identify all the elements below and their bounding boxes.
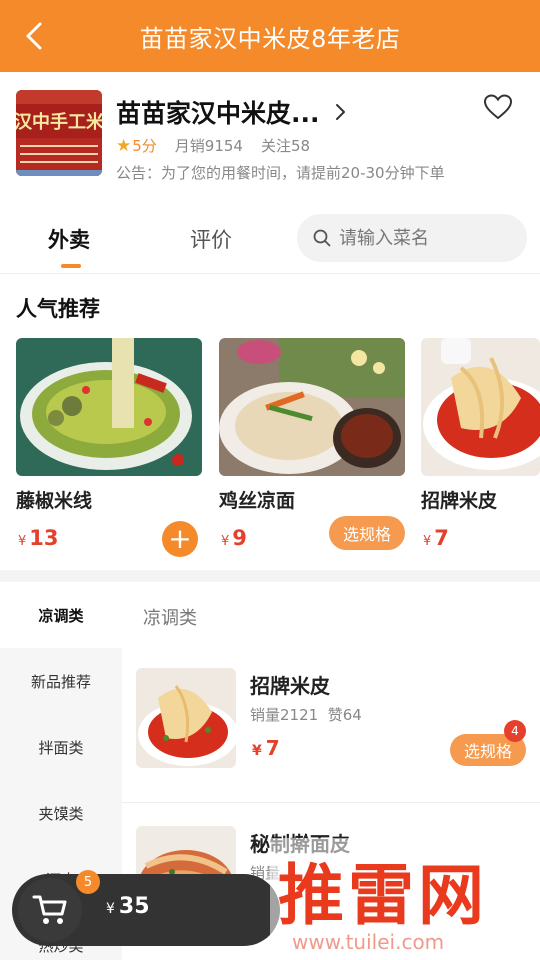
search-icon [313,229,331,247]
choose-spec-button[interactable]: 选规格 [329,516,405,550]
dish-divider [122,802,540,803]
favorite-button[interactable] [483,94,513,124]
watermark-url: www.tuilei.com [292,930,445,954]
popular-item[interactable]: 鸡丝凉面 ¥9 选规格 [219,338,405,550]
category-item[interactable]: 拌面类 [0,714,122,780]
category-heading: 凉调类 [143,608,197,629]
dish-photo [421,338,540,476]
popular-section: 人气推荐 藤椒米线 ¥13 + 鸡丝凉面 ¥ 9 选规格 招牌米皮 ¥ 7 [0,275,540,570]
dish-sales: 销量2121 [250,706,319,724]
add-to-cart-button[interactable]: + [162,521,198,557]
popular-item-price: ¥7 [423,526,449,550]
popular-item[interactable]: 招牌米皮 ¥7 [421,338,540,550]
category-item[interactable]: 凉调类 [0,582,122,648]
watermark-logo: 推雷网 [278,857,488,934]
shop-monthly-sales: 月销9154 [174,137,243,155]
popular-item-name: 招牌米皮 [421,490,498,512]
cart-total: ¥35 [106,894,150,919]
dish-price: ¥7 [252,736,280,760]
popular-item-name: 藤椒米线 [16,490,93,512]
dish-meta: 销量2121 赞64 [250,704,362,725]
category-item[interactable]: 夹馍类 [0,780,122,846]
shop-rating: 5分 [132,137,157,155]
heart-icon [483,94,513,120]
shop-notice: 公告：为了您的用餐时间，请提前20-30分钟下单 [116,164,445,182]
popular-item-price: ¥13 [18,526,59,550]
category-item[interactable]: 新品推荐 [0,648,122,714]
star-icon: ★ [116,135,132,156]
shop-info: 汉中手工米皮 苗苗家汉中米皮... ★ 5分 月销9154 关注58 公告：为了… [0,72,540,200]
popular-title: 人气推荐 [16,297,100,321]
cart-badge: 5 [76,870,100,894]
cart-bar[interactable]: 5 ¥35 [12,870,280,946]
tab-bar: 外卖 评价 [0,200,540,274]
dish-name: 招牌米皮 [250,674,330,698]
watermark: 推雷网 www.tuilei.com [270,838,540,960]
tab-active-indicator [61,264,81,268]
cart-button[interactable] [18,878,82,942]
dish-item[interactable]: 招牌米皮 销量2121 赞64 ¥7 选规格 4 [122,668,540,798]
section-divider [0,570,540,582]
dish-photo [136,668,236,768]
page-title: 苗苗家汉中米皮8年老店 [139,24,401,53]
dish-likes: 赞64 [327,706,362,724]
dish-photo [219,338,405,476]
search-input[interactable] [339,227,509,249]
search-box[interactable] [297,214,527,262]
chevron-right-icon [335,104,345,120]
app-screen: 苗苗家汉中米皮8年老店 汉中手工米皮 苗苗家汉中米皮... ★ 5分 [0,0,540,960]
popular-item-name: 鸡丝凉面 [219,490,296,512]
popular-item-price: ¥9 [221,526,247,550]
back-button[interactable] [14,16,54,56]
header-bar: 苗苗家汉中米皮8年老店 [0,0,540,72]
popular-item[interactable]: 藤椒米线 ¥13 + [16,338,202,557]
tab-reviews[interactable]: 评价 [190,224,232,254]
chevron-left-icon [26,22,42,50]
shopping-cart-icon [32,895,67,924]
dish-photo [16,338,202,476]
shop-name-row[interactable]: 苗苗家汉中米皮... [116,94,346,130]
shop-logo[interactable]: 汉中手工米皮 [16,90,102,176]
shop-name: 苗苗家汉中米皮... [116,99,320,128]
logo-text: 汉中手工米皮 [16,111,102,133]
plus-icon: + [168,522,192,555]
shop-stats: ★ 5分 月销9154 关注58 [116,135,310,156]
tab-takeout[interactable]: 外卖 [48,224,90,254]
shop-followers: 关注58 [260,137,311,155]
cart-count-badge: 4 [504,720,526,742]
